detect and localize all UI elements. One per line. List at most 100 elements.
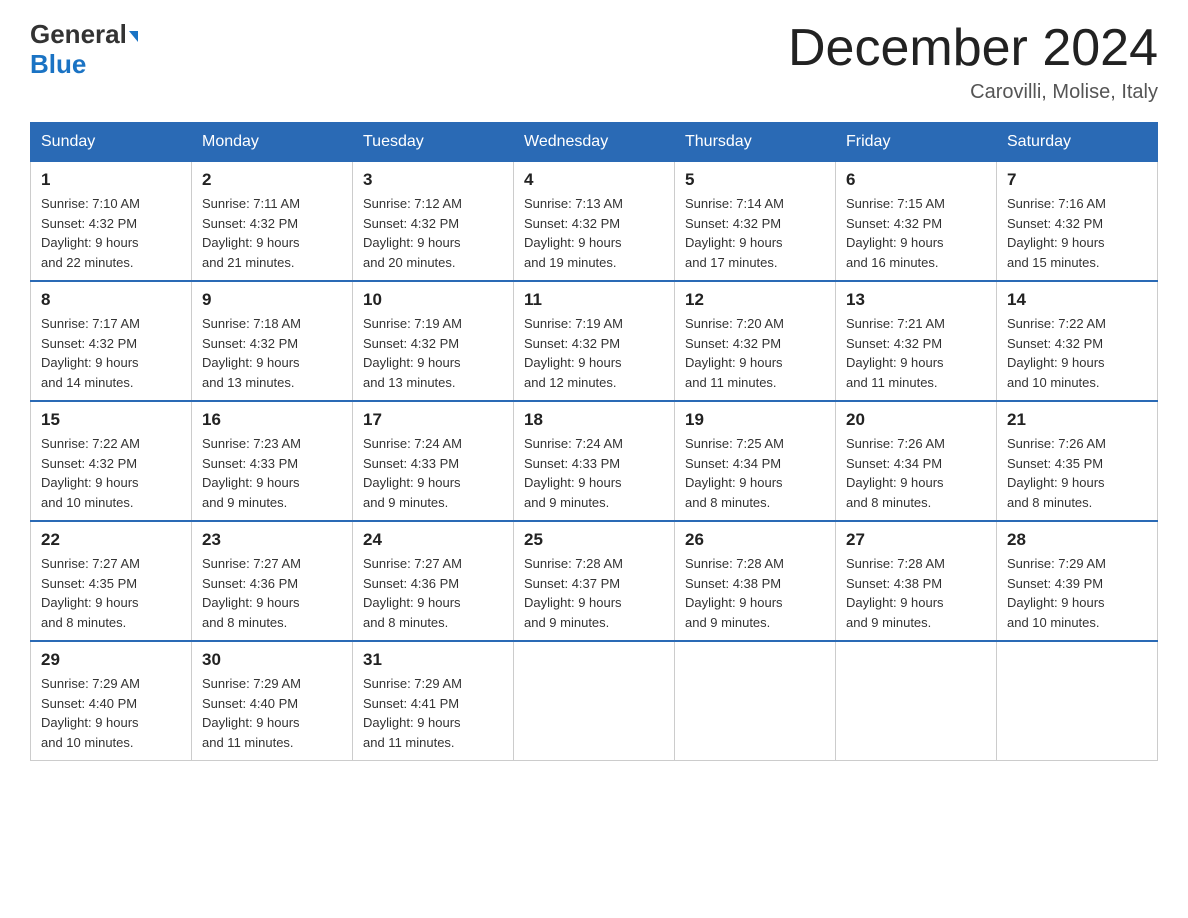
calendar-table: SundayMondayTuesdayWednesdayThursdayFrid… xyxy=(30,122,1158,761)
day-info: Sunrise: 7:26 AMSunset: 4:35 PMDaylight:… xyxy=(1007,434,1147,512)
day-number: 10 xyxy=(363,290,503,310)
calendar-cell: 20 Sunrise: 7:26 AMSunset: 4:34 PMDayligh… xyxy=(836,401,997,521)
calendar-cell: 12 Sunrise: 7:20 AMSunset: 4:32 PMDayligh… xyxy=(675,281,836,401)
page-header: General Blue December 2024 Carovilli, Mo… xyxy=(30,20,1158,104)
weekday-header-sunday: Sunday xyxy=(31,123,192,162)
day-number: 6 xyxy=(846,170,986,190)
calendar-cell: 7 Sunrise: 7:16 AMSunset: 4:32 PMDaylight… xyxy=(997,162,1158,282)
day-info: Sunrise: 7:14 AMSunset: 4:32 PMDaylight:… xyxy=(685,194,825,272)
calendar-cell: 10 Sunrise: 7:19 AMSunset: 4:32 PMDayligh… xyxy=(353,281,514,401)
day-number: 26 xyxy=(685,530,825,550)
calendar-cell: 18Sunrise: 7:24 AMSunset: 4:33 PMDayligh… xyxy=(514,401,675,521)
calendar-cell: 24 Sunrise: 7:27 AMSunset: 4:36 PMDayligh… xyxy=(353,521,514,641)
calendar-cell xyxy=(836,641,997,761)
week-row-2: 8 Sunrise: 7:17 AMSunset: 4:32 PMDaylight… xyxy=(31,281,1158,401)
day-number: 7 xyxy=(1007,170,1147,190)
day-number: 4 xyxy=(524,170,664,190)
day-number: 19 xyxy=(685,410,825,430)
calendar-cell: 2 Sunrise: 7:11 AMSunset: 4:32 PMDaylight… xyxy=(192,162,353,282)
weekday-header-thursday: Thursday xyxy=(675,123,836,162)
day-info: Sunrise: 7:11 AMSunset: 4:32 PMDaylight:… xyxy=(202,194,342,272)
day-info: Sunrise: 7:22 AMSunset: 4:32 PMDaylight:… xyxy=(41,434,181,512)
calendar-cell xyxy=(997,641,1158,761)
day-info: Sunrise: 7:10 AMSunset: 4:32 PMDaylight:… xyxy=(41,194,181,272)
calendar-cell: 26Sunrise: 7:28 AMSunset: 4:38 PMDayligh… xyxy=(675,521,836,641)
day-number: 21 xyxy=(1007,410,1147,430)
day-info: Sunrise: 7:16 AMSunset: 4:32 PMDaylight:… xyxy=(1007,194,1147,272)
day-info: Sunrise: 7:27 AMSunset: 4:36 PMDaylight:… xyxy=(363,554,503,632)
day-info: Sunrise: 7:15 AMSunset: 4:32 PMDaylight:… xyxy=(846,194,986,272)
day-number: 12 xyxy=(685,290,825,310)
calendar-cell: 21 Sunrise: 7:26 AMSunset: 4:35 PMDayligh… xyxy=(997,401,1158,521)
day-number: 3 xyxy=(363,170,503,190)
calendar-cell: 19 Sunrise: 7:25 AMSunset: 4:34 PMDayligh… xyxy=(675,401,836,521)
day-info: Sunrise: 7:20 AMSunset: 4:32 PMDaylight:… xyxy=(685,314,825,392)
day-number: 20 xyxy=(846,410,986,430)
calendar-cell: 16 Sunrise: 7:23 AMSunset: 4:33 PMDayligh… xyxy=(192,401,353,521)
day-number: 16 xyxy=(202,410,342,430)
calendar-cell: 9 Sunrise: 7:18 AMSunset: 4:32 PMDaylight… xyxy=(192,281,353,401)
calendar-cell: 14Sunrise: 7:22 AMSunset: 4:32 PMDayligh… xyxy=(997,281,1158,401)
calendar-cell: 22Sunrise: 7:27 AMSunset: 4:35 PMDayligh… xyxy=(31,521,192,641)
calendar-cell: 23Sunrise: 7:27 AMSunset: 4:36 PMDayligh… xyxy=(192,521,353,641)
day-number: 9 xyxy=(202,290,342,310)
day-info: Sunrise: 7:29 AMSunset: 4:39 PMDaylight:… xyxy=(1007,554,1147,632)
location: Carovilli, Molise, Italy xyxy=(788,81,1158,104)
weekday-header-friday: Friday xyxy=(836,123,997,162)
logo-name: General xyxy=(30,20,138,49)
calendar-cell: 28 Sunrise: 7:29 AMSunset: 4:39 PMDayligh… xyxy=(997,521,1158,641)
weekday-header-wednesday: Wednesday xyxy=(514,123,675,162)
day-info: Sunrise: 7:29 AMSunset: 4:40 PMDaylight:… xyxy=(202,674,342,752)
day-number: 8 xyxy=(41,290,181,310)
day-info: Sunrise: 7:19 AMSunset: 4:32 PMDaylight:… xyxy=(363,314,503,392)
day-number: 24 xyxy=(363,530,503,550)
logo-blue: Blue xyxy=(30,49,86,80)
day-info: Sunrise: 7:12 AMSunset: 4:32 PMDaylight:… xyxy=(363,194,503,272)
day-number: 2 xyxy=(202,170,342,190)
day-info: Sunrise: 7:23 AMSunset: 4:33 PMDaylight:… xyxy=(202,434,342,512)
day-info: Sunrise: 7:18 AMSunset: 4:32 PMDaylight:… xyxy=(202,314,342,392)
day-number: 14 xyxy=(1007,290,1147,310)
day-info: Sunrise: 7:26 AMSunset: 4:34 PMDaylight:… xyxy=(846,434,986,512)
calendar-cell: 5 Sunrise: 7:14 AMSunset: 4:32 PMDaylight… xyxy=(675,162,836,282)
day-info: Sunrise: 7:21 AMSunset: 4:32 PMDaylight:… xyxy=(846,314,986,392)
week-row-3: 15 Sunrise: 7:22 AMSunset: 4:32 PMDayligh… xyxy=(31,401,1158,521)
day-info: Sunrise: 7:29 AMSunset: 4:40 PMDaylight:… xyxy=(41,674,181,752)
day-number: 29 xyxy=(41,650,181,670)
day-info: Sunrise: 7:27 AMSunset: 4:35 PMDaylight:… xyxy=(41,554,181,632)
day-number: 13 xyxy=(846,290,986,310)
calendar-cell: 17 Sunrise: 7:24 AMSunset: 4:33 PMDayligh… xyxy=(353,401,514,521)
day-number: 1 xyxy=(41,170,181,190)
day-number: 23 xyxy=(202,530,342,550)
month-title: December 2024 xyxy=(788,20,1158,77)
day-info: Sunrise: 7:19 AMSunset: 4:32 PMDaylight:… xyxy=(524,314,664,392)
day-info: Sunrise: 7:28 AMSunset: 4:37 PMDaylight:… xyxy=(524,554,664,632)
calendar-cell: 1 Sunrise: 7:10 AMSunset: 4:32 PMDaylight… xyxy=(31,162,192,282)
calendar-cell: 15 Sunrise: 7:22 AMSunset: 4:32 PMDayligh… xyxy=(31,401,192,521)
calendar-cell: 8 Sunrise: 7:17 AMSunset: 4:32 PMDaylight… xyxy=(31,281,192,401)
day-number: 31 xyxy=(363,650,503,670)
day-number: 5 xyxy=(685,170,825,190)
day-info: Sunrise: 7:24 AMSunset: 4:33 PMDaylight:… xyxy=(363,434,503,512)
week-row-5: 29 Sunrise: 7:29 AMSunset: 4:40 PMDayligh… xyxy=(31,641,1158,761)
calendar-cell: 3 Sunrise: 7:12 AMSunset: 4:32 PMDaylight… xyxy=(353,162,514,282)
day-info: Sunrise: 7:13 AMSunset: 4:32 PMDaylight:… xyxy=(524,194,664,272)
calendar-cell: 29 Sunrise: 7:29 AMSunset: 4:40 PMDayligh… xyxy=(31,641,192,761)
day-number: 25 xyxy=(524,530,664,550)
day-info: Sunrise: 7:25 AMSunset: 4:34 PMDaylight:… xyxy=(685,434,825,512)
weekday-header-row: SundayMondayTuesdayWednesdayThursdayFrid… xyxy=(31,123,1158,162)
calendar-cell: 27Sunrise: 7:28 AMSunset: 4:38 PMDayligh… xyxy=(836,521,997,641)
day-info: Sunrise: 7:17 AMSunset: 4:32 PMDaylight:… xyxy=(41,314,181,392)
day-number: 11 xyxy=(524,290,664,310)
calendar-cell: 11 Sunrise: 7:19 AMSunset: 4:32 PMDayligh… xyxy=(514,281,675,401)
day-number: 28 xyxy=(1007,530,1147,550)
weekday-header-tuesday: Tuesday xyxy=(353,123,514,162)
title-block: December 2024 Carovilli, Molise, Italy xyxy=(788,20,1158,104)
calendar-cell xyxy=(675,641,836,761)
calendar-cell xyxy=(514,641,675,761)
day-number: 15 xyxy=(41,410,181,430)
day-number: 30 xyxy=(202,650,342,670)
day-number: 17 xyxy=(363,410,503,430)
weekday-header-saturday: Saturday xyxy=(997,123,1158,162)
calendar-cell: 25 Sunrise: 7:28 AMSunset: 4:37 PMDayligh… xyxy=(514,521,675,641)
